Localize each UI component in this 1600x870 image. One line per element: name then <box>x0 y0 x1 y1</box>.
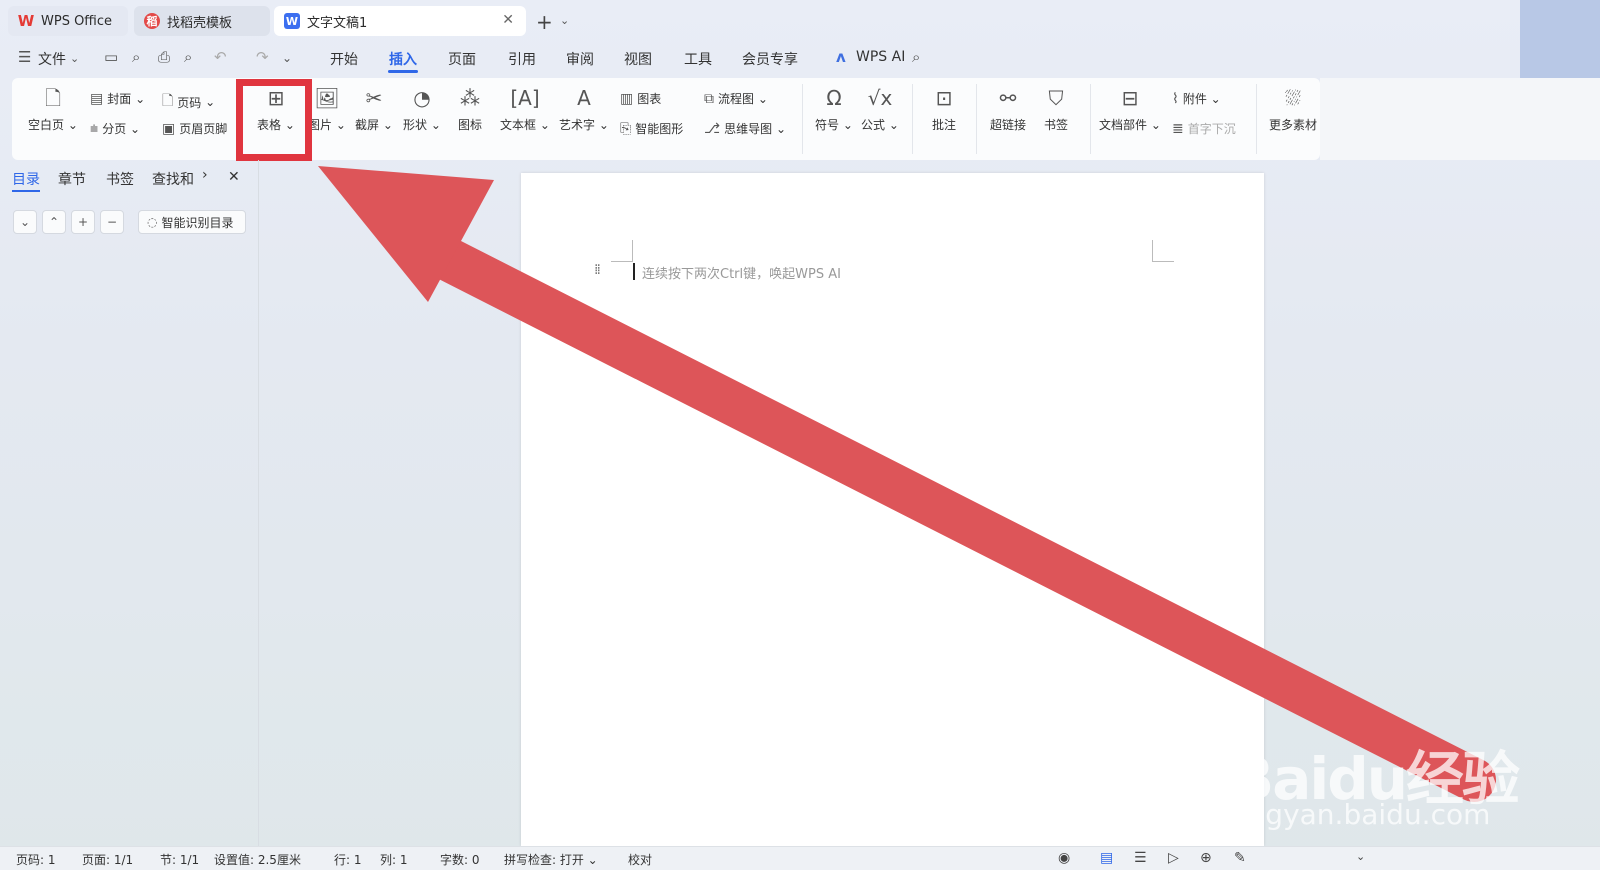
status-section[interactable]: 节: 1/1 <box>160 851 199 868</box>
status-word-count[interactable]: 字数: 0 <box>440 851 480 868</box>
spellcheck-label: 拼写检查: 打开 <box>504 853 584 867</box>
status-setting[interactable]: 设置值: 2.5厘米 <box>214 851 301 868</box>
status-pages[interactable]: 页面: 1/1 <box>82 851 133 868</box>
status-page-number[interactable]: 页码: 1 <box>16 851 56 868</box>
status-bar: 页码: 1 页面: 1/1 节: 1/1 设置值: 2.5厘米 行: 1 列: … <box>0 846 1600 870</box>
play-icon[interactable]: ▷ <box>1168 850 1179 866</box>
page-view-icon[interactable]: ▤ <box>1100 850 1113 866</box>
baidu-watermark-url: jingyan.baidu.com <box>1232 798 1491 831</box>
status-proofread[interactable]: 校对 <box>628 851 652 868</box>
status-col[interactable]: 列: 1 <box>380 851 408 868</box>
web-view-icon[interactable]: ⊕ <box>1200 850 1212 866</box>
arrow-shaft <box>418 233 1496 802</box>
chevron-down-icon[interactable]: ⌄ <box>1356 850 1365 863</box>
eye-protection-icon[interactable]: ◉ <box>1058 850 1070 866</box>
status-row[interactable]: 行: 1 <box>334 851 362 868</box>
outline-view-icon[interactable]: ☰ <box>1134 850 1147 866</box>
pen-icon[interactable]: ✎ <box>1234 850 1246 866</box>
status-spellcheck[interactable]: 拼写检查: 打开 ⌄ <box>504 851 598 868</box>
